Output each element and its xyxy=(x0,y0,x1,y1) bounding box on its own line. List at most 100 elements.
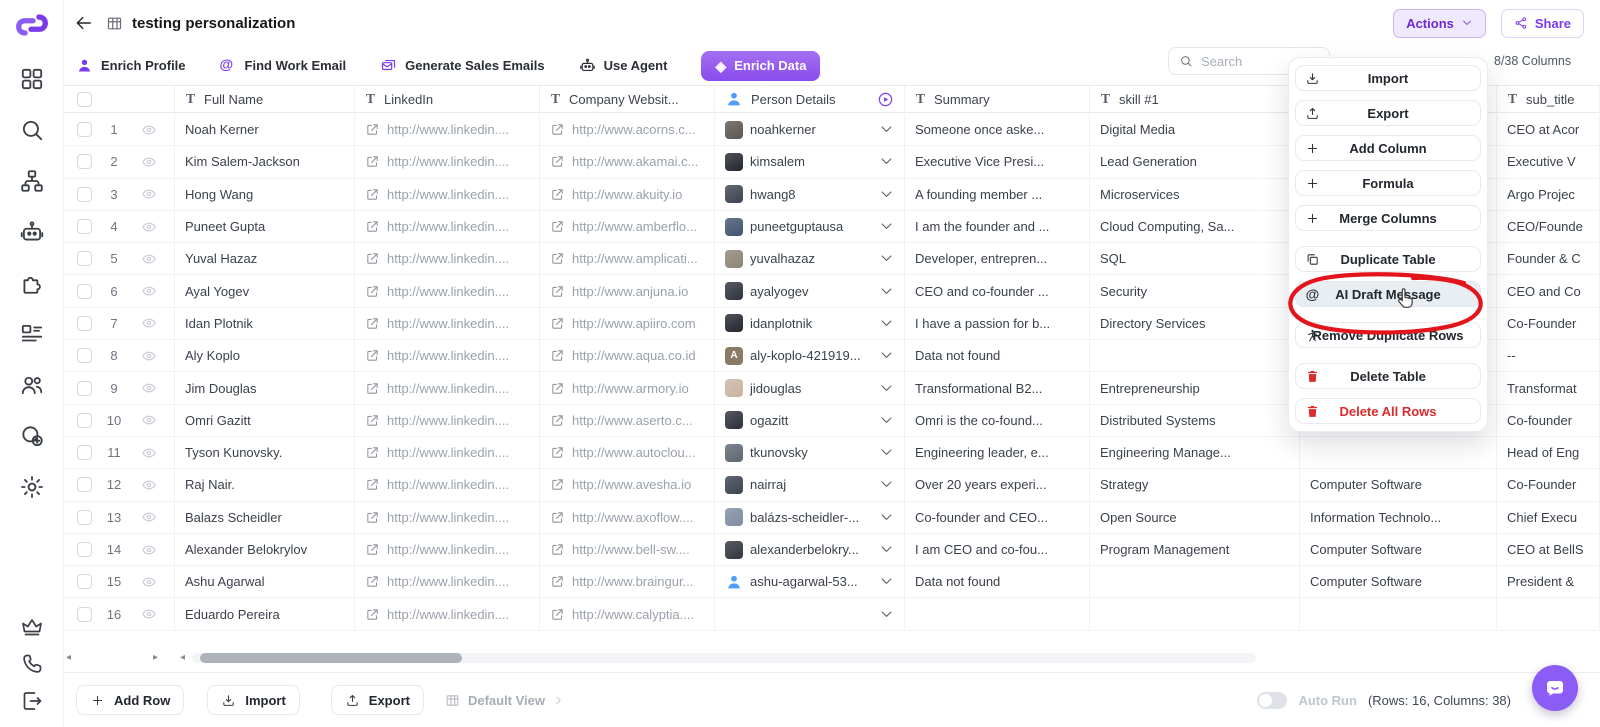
cell-sub-title[interactable]: -- xyxy=(1497,340,1600,372)
chevron-down-icon[interactable] xyxy=(879,154,894,169)
cell-company-website[interactable]: http://www.amplicati... xyxy=(540,243,715,275)
chevron-down-icon[interactable] xyxy=(879,284,894,299)
cell-summary[interactable]: A founding member ... xyxy=(905,178,1090,210)
cell-person-details[interactable]: jidouglas xyxy=(715,372,905,404)
chevron-down-icon[interactable] xyxy=(879,316,894,331)
scrollbar-track[interactable] xyxy=(192,652,1256,663)
users-icon[interactable] xyxy=(19,372,45,398)
search-icon[interactable] xyxy=(19,117,45,143)
cell-full-name[interactable]: Jim Douglas xyxy=(175,372,355,404)
puzzle-icon[interactable] xyxy=(19,270,45,296)
cell-industry[interactable] xyxy=(1300,598,1497,630)
cell-skill[interactable]: Distributed Systems xyxy=(1090,404,1300,436)
eye-icon[interactable] xyxy=(141,542,157,558)
chevron-down-icon[interactable] xyxy=(879,348,894,363)
cell-sub-title[interactable]: Co-founder xyxy=(1497,404,1600,436)
menu-item-delete-table[interactable]: Delete Table xyxy=(1295,363,1481,389)
eye-icon[interactable] xyxy=(141,186,157,202)
cell-linkedin[interactable]: http://www.linkedin.... xyxy=(355,533,540,566)
add-row-button[interactable]: Add Row xyxy=(76,685,185,715)
cell-sub-title[interactable]: Co-Founder xyxy=(1497,469,1600,501)
row-checkbox[interactable] xyxy=(77,251,92,267)
cell-skill[interactable]: Security xyxy=(1090,275,1300,307)
menu-item-export[interactable]: Export xyxy=(1295,100,1481,126)
run-column-icon[interactable] xyxy=(877,91,894,108)
eye-icon[interactable] xyxy=(141,445,157,461)
list-icon[interactable] xyxy=(19,321,45,347)
chevron-down-icon[interactable] xyxy=(879,251,894,266)
cell-linkedin[interactable]: http://www.linkedin.... xyxy=(355,436,540,469)
cell-company-website[interactable]: http://www.calyptia.... xyxy=(540,598,715,630)
chevron-down-icon[interactable] xyxy=(879,122,894,137)
import-button[interactable]: Import xyxy=(207,685,300,715)
gear-icon[interactable] xyxy=(19,474,45,500)
cell-company-website[interactable]: http://www.anjuna.io xyxy=(540,275,715,307)
chevron-down-icon[interactable] xyxy=(879,510,894,525)
cell-linkedin[interactable]: http://www.linkedin.... xyxy=(355,501,540,533)
row-checkbox[interactable] xyxy=(77,542,92,557)
scroll-left-icon[interactable]: ◂ xyxy=(180,652,185,663)
cell-company-website[interactable]: http://www.bell-sw.... xyxy=(540,533,715,566)
column-header-company-website[interactable]: Company Websit... xyxy=(540,86,715,112)
cell-skill[interactable]: Microservices xyxy=(1090,178,1300,210)
cell-person-details[interactable]: kimsalem xyxy=(715,146,905,178)
cell-company-website[interactable]: http://www.avesha.io xyxy=(540,469,715,501)
row-checkbox[interactable] xyxy=(77,219,92,235)
cell-person-details[interactable]: ashu-agarwal-53... xyxy=(715,566,905,598)
cell-person-details[interactable]: ayalyogev xyxy=(715,275,905,307)
actions-button[interactable]: Actions xyxy=(1393,8,1486,38)
cell-sub-title[interactable]: CEO and Co xyxy=(1497,275,1600,307)
cell-summary[interactable]: I have a passion for b... xyxy=(905,307,1090,340)
cell-linkedin[interactable]: http://www.linkedin.... xyxy=(355,566,540,598)
cell-linkedin[interactable]: http://www.linkedin.... xyxy=(355,178,540,210)
back-arrow-icon[interactable] xyxy=(74,13,94,33)
cell-company-website[interactable]: http://www.armory.io xyxy=(540,372,715,404)
cell-person-details[interactable]: Aaly-koplo-421919... xyxy=(715,340,905,372)
menu-item-add-column[interactable]: Add Column xyxy=(1295,135,1481,161)
cell-company-website[interactable]: http://www.autoclou... xyxy=(540,436,715,469)
chevron-down-icon[interactable] xyxy=(879,574,894,589)
phone-icon[interactable] xyxy=(20,652,44,676)
row-checkbox[interactable] xyxy=(77,348,92,364)
row-checkbox[interactable] xyxy=(77,186,92,202)
cell-full-name[interactable]: Eduardo Pereira xyxy=(175,598,355,630)
eye-icon[interactable] xyxy=(141,477,157,493)
cell-sub-title[interactable]: President & xyxy=(1497,566,1600,598)
cell-company-website[interactable]: http://www.apiiro.com xyxy=(540,307,715,340)
cell-linkedin[interactable]: http://www.linkedin.... xyxy=(355,307,540,340)
chevron-down-icon[interactable] xyxy=(879,477,894,492)
cell-linkedin[interactable]: http://www.linkedin.... xyxy=(355,340,540,372)
cell-full-name[interactable]: Hong Wang xyxy=(175,178,355,210)
row-checkbox[interactable] xyxy=(77,574,92,590)
chevron-down-icon[interactable] xyxy=(879,542,894,557)
cell-full-name[interactable]: Alexander Belokrylov xyxy=(175,533,355,566)
cell-summary[interactable]: Transformational B2... xyxy=(905,372,1090,404)
menu-item-delete-all-rows[interactable]: Delete All Rows xyxy=(1295,398,1481,424)
grid-icon[interactable] xyxy=(19,66,45,92)
cell-industry[interactable]: Computer Software xyxy=(1300,533,1497,566)
cell-summary[interactable]: I am CEO and co-fou... xyxy=(905,533,1090,566)
menu-item-ai-draft-message[interactable]: @ AI Draft Message xyxy=(1295,281,1481,307)
eye-icon[interactable] xyxy=(141,122,157,138)
cell-sub-title[interactable]: Argo Projec xyxy=(1497,178,1600,210)
cell-full-name[interactable]: Balazs Scheidler xyxy=(175,501,355,533)
cell-industry[interactable]: Information Technolo... xyxy=(1300,501,1497,533)
use-agent-button[interactable]: Use Agent xyxy=(579,57,667,74)
scroll-right-icon[interactable]: ▸ xyxy=(153,652,158,663)
cell-person-details[interactable]: idanplotnik xyxy=(715,307,905,340)
cell-sub-title[interactable]: CEO at Acor xyxy=(1497,114,1600,146)
eye-icon[interactable] xyxy=(141,606,157,622)
cell-company-website[interactable]: http://www.akamai.c... xyxy=(540,146,715,178)
cell-full-name[interactable]: Ayal Yogev xyxy=(175,275,355,307)
row-checkbox[interactable] xyxy=(77,380,92,396)
cell-full-name[interactable]: Omri Gazitt xyxy=(175,404,355,436)
cell-industry[interactable]: Computer Software xyxy=(1300,469,1497,501)
scroll-left-icon[interactable]: ◂ xyxy=(66,652,71,663)
share-button[interactable]: Share xyxy=(1500,8,1584,38)
enrich-data-button[interactable]: ◈ Enrich Data xyxy=(701,50,821,81)
cell-sub-title[interactable]: Chief Execu xyxy=(1497,501,1600,533)
cell-skill[interactable]: Entrepreneurship xyxy=(1090,372,1300,404)
cell-company-website[interactable]: http://www.braingur... xyxy=(540,566,715,598)
cell-linkedin[interactable]: http://www.linkedin.... xyxy=(355,210,540,243)
find-work-email-button[interactable]: @ Find Work Email xyxy=(220,57,347,74)
